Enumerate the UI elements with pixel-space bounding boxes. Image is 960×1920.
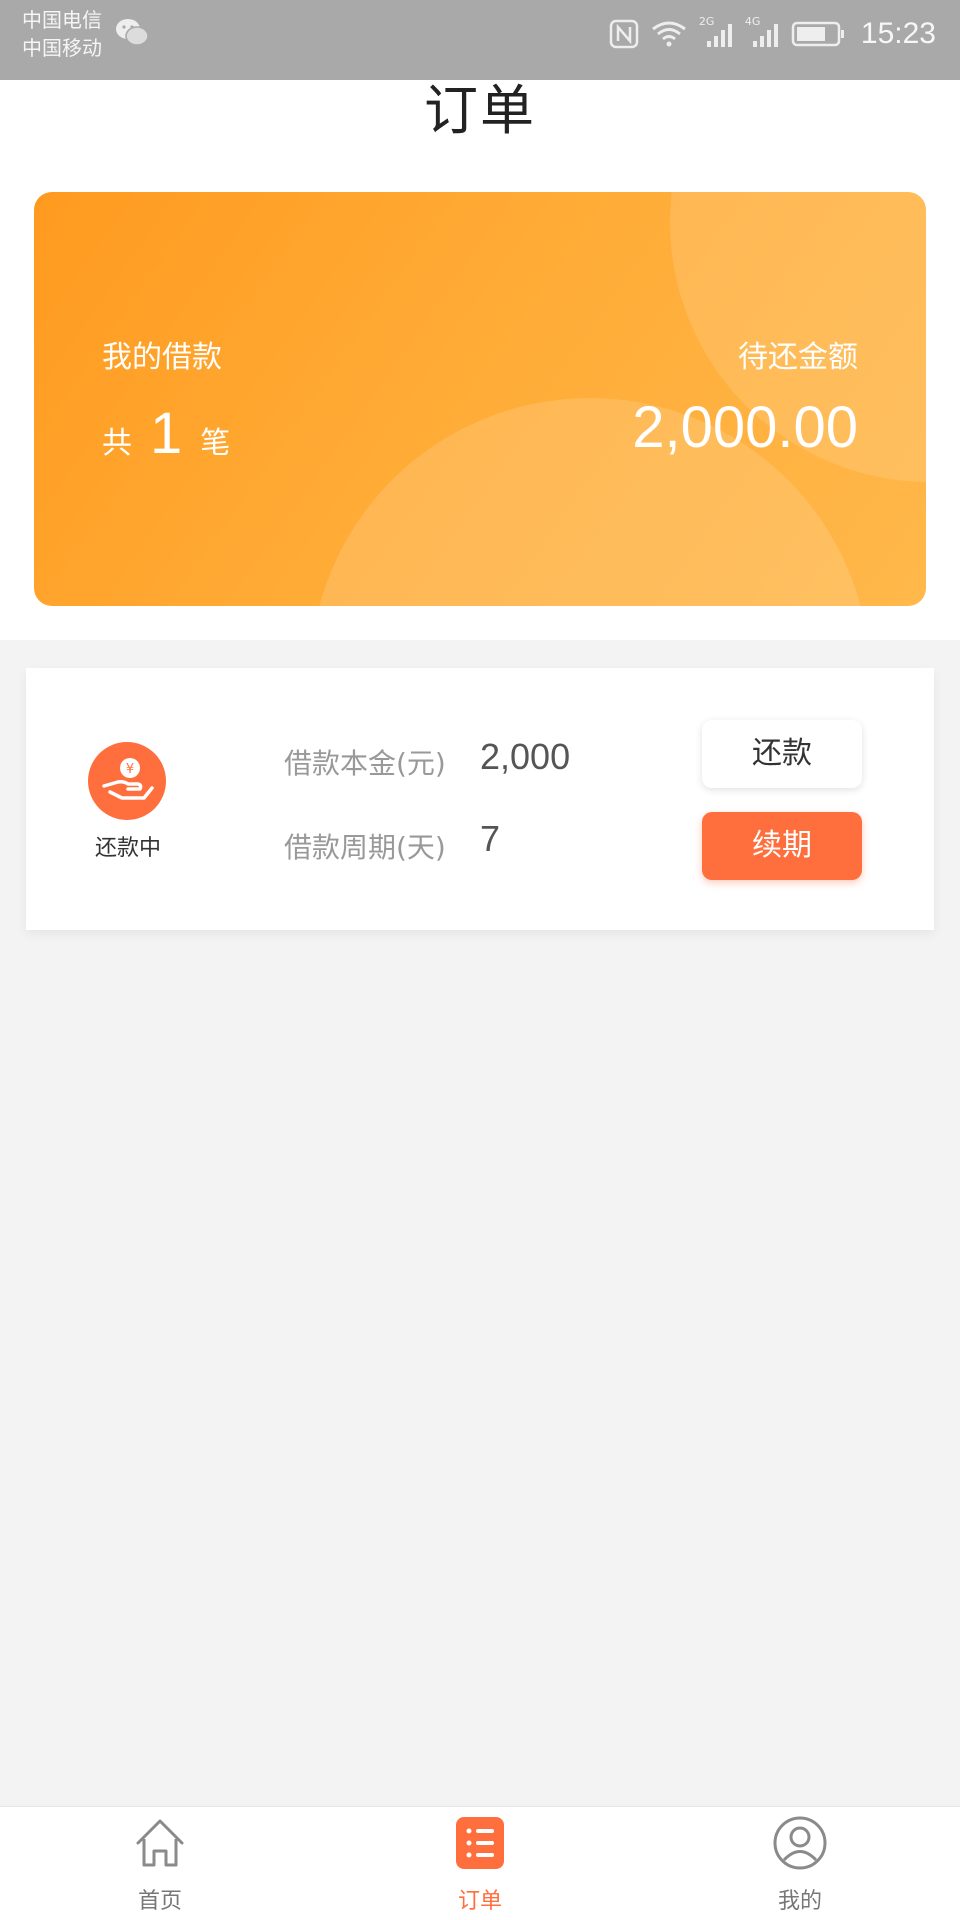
period-value: 7	[480, 818, 501, 859]
home-icon	[136, 1819, 184, 1867]
carrier-info: 中国电信 中国移动	[22, 6, 102, 62]
count-value: 1	[150, 401, 183, 466]
battery-icon	[791, 21, 844, 47]
repaying-icon: ¥	[88, 742, 166, 820]
loan-count: 共 1 笔	[102, 400, 230, 467]
my-loans-label: 我的借款	[102, 340, 222, 375]
page-title: 订单	[424, 79, 536, 142]
tab-mine[interactable]: 我的	[640, 1807, 960, 1920]
order-status: 还款中	[94, 836, 161, 861]
signal-icon: 2G	[699, 15, 735, 49]
order-card: ¥ 还款中 借款本金(元) 2,000 借款周期(天) 7 还款 续期	[26, 668, 934, 930]
tab-label: 首页	[137, 1889, 182, 1914]
due-amount-value: 2,000.00	[632, 395, 858, 460]
renew-button[interactable]: 续期	[702, 812, 862, 880]
tab-orders[interactable]: 订单	[320, 1807, 640, 1920]
principal-label: 借款本金(元)	[284, 747, 446, 780]
due-amount-label: 待还金额	[738, 340, 858, 375]
tab-home[interactable]: 首页	[0, 1807, 320, 1920]
repay-button[interactable]: 还款	[702, 720, 862, 788]
carrier-1: 中国电信	[22, 8, 102, 32]
status-icons: 2G 4G 15:23	[609, 14, 936, 54]
wifi-icon	[652, 21, 686, 47]
carrier-2: 中国移动	[22, 36, 102, 60]
tab-label: 订单	[457, 1889, 502, 1914]
period-label: 借款周期(天)	[284, 831, 446, 864]
count-suffix: 笔	[200, 426, 231, 461]
signal-icon: 4G	[745, 15, 781, 49]
loan-summary-card: 我的借款 共 1 笔 待还金额 2,000.00	[34, 192, 926, 606]
tab-label: 我的	[777, 1889, 822, 1914]
order-list-icon	[456, 1817, 504, 1869]
wechat-icon	[116, 19, 149, 46]
user-icon	[773, 1816, 827, 1870]
nfc-icon	[609, 19, 639, 49]
count-prefix: 共	[102, 426, 132, 461]
svg-text:¥: ¥	[126, 762, 134, 777]
bottom-tab-bar: 首页 订单 我的	[0, 1806, 960, 1920]
principal-value: 2,000	[480, 736, 571, 777]
clock: 15:23	[860, 17, 936, 50]
header: 订单 我的借款 共 1 笔 待还金额 2,000.00	[0, 79, 960, 640]
